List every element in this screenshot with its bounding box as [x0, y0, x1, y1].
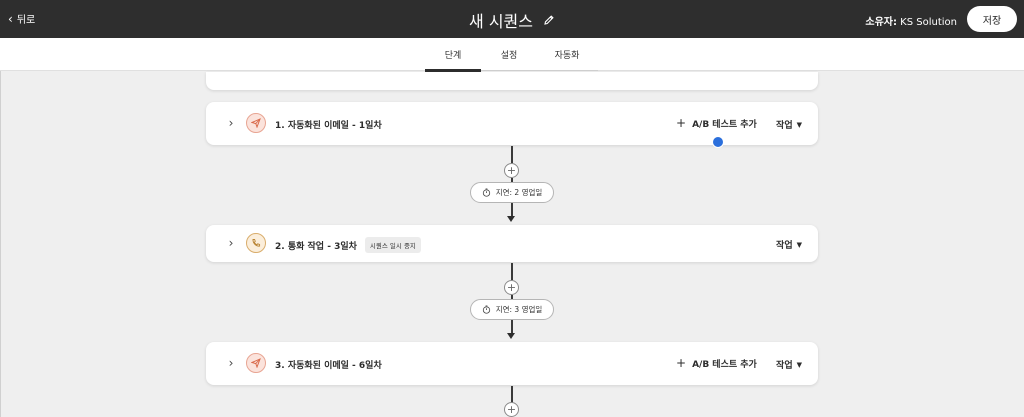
step-title: 1. 자동화된 이메일 - 1일차: [275, 118, 382, 131]
owner-label: 소유자:: [865, 17, 897, 28]
expand-chevron-icon[interactable]: ›: [226, 356, 236, 370]
delay-label: 지연: 3 영업일: [495, 305, 543, 314]
timer-icon: [482, 305, 490, 314]
step-card-1[interactable]: › 1. 자동화된 이메일 - 1일차 + A/B 테스트 추가 작업 ▼: [206, 102, 818, 145]
actions-dropdown[interactable]: 작업 ▼: [776, 238, 802, 252]
add-ab-test-button[interactable]: + A/B 테스트 추가: [676, 356, 757, 370]
expand-chevron-icon[interactable]: ›: [226, 236, 236, 250]
actions-label: 작업: [776, 361, 793, 371]
delay-label: 지연: 2 영업일: [495, 188, 543, 197]
previous-card-bottom: [206, 72, 818, 90]
email-send-icon: [246, 353, 266, 373]
tab-settings[interactable]: 설정: [481, 48, 537, 61]
step-card-2[interactable]: › 2. 통화 작업 - 3일차 시퀀스 일시 중지 작업 ▼: [206, 225, 818, 262]
actions-label: 작업: [776, 241, 793, 251]
owner-name: KS Solution: [900, 17, 957, 28]
add-step-button[interactable]: +: [504, 163, 519, 178]
save-button[interactable]: 저장: [967, 6, 1017, 32]
pause-sequence-badge: 시퀀스 일시 중지: [364, 237, 421, 253]
actions-dropdown[interactable]: 작업 ▼: [776, 358, 802, 372]
connector-line: [511, 146, 513, 163]
step-card-3[interactable]: › 3. 자동화된 이메일 - 6일차 + A/B 테스트 추가 작업 ▼: [206, 342, 818, 385]
plus-icon: +: [676, 116, 687, 130]
step-title: 2. 통화 작업 - 3일차 시퀀스 일시 중지: [275, 237, 421, 253]
owner-info: 소유자: KS Solution: [865, 13, 957, 28]
add-ab-test-label: A/B 테스트 추가: [692, 119, 757, 130]
email-send-icon: [246, 113, 266, 133]
sequence-title: 새 시퀀스: [469, 12, 533, 31]
delay-pill[interactable]: 지연: 2 영업일: [470, 182, 554, 203]
step-title-text: 1. 자동화된 이메일 - 1일차: [275, 121, 382, 131]
add-step-button[interactable]: +: [504, 402, 519, 417]
plus-icon: +: [676, 356, 687, 370]
connector-line: [511, 203, 513, 217]
timer-icon: [482, 188, 490, 197]
step-title-text: 3. 자동화된 이메일 - 6일차: [275, 361, 382, 371]
tab-bar: 단계 설정 자동화: [0, 38, 1024, 71]
add-step-button[interactable]: +: [504, 280, 519, 295]
mouse-cursor-indicator: [713, 137, 723, 147]
add-ab-test-label: A/B 테스트 추가: [692, 359, 757, 370]
arrow-down-icon: [507, 333, 515, 339]
caret-down-icon: ▼: [796, 360, 802, 369]
tab-steps[interactable]: 단계: [425, 48, 481, 61]
caret-down-icon: ▼: [796, 120, 802, 129]
caret-down-icon: ▼: [796, 240, 802, 249]
tab-automation[interactable]: 자동화: [539, 48, 595, 61]
content-left-border: [0, 71, 1, 417]
pencil-icon[interactable]: [543, 14, 555, 26]
delay-pill[interactable]: 지연: 3 영업일: [470, 299, 554, 320]
expand-chevron-icon[interactable]: ›: [226, 116, 236, 130]
tab-rail: [481, 70, 598, 71]
step-title-text: 2. 통화 작업 - 3일차: [275, 241, 357, 252]
connector-line: [511, 386, 513, 403]
connector-line: [511, 263, 513, 280]
actions-dropdown[interactable]: 작업 ▼: [776, 118, 802, 132]
phone-icon: [246, 233, 266, 253]
add-ab-test-button[interactable]: + A/B 테스트 추가: [676, 116, 757, 130]
top-bar: ‹ 뒤로 새 시퀀스 소유자: KS Solution 저장: [0, 0, 1024, 38]
arrow-down-icon: [507, 216, 515, 222]
connector-line: [511, 320, 513, 334]
actions-label: 작업: [776, 121, 793, 131]
step-title: 3. 자동화된 이메일 - 6일차: [275, 358, 382, 371]
